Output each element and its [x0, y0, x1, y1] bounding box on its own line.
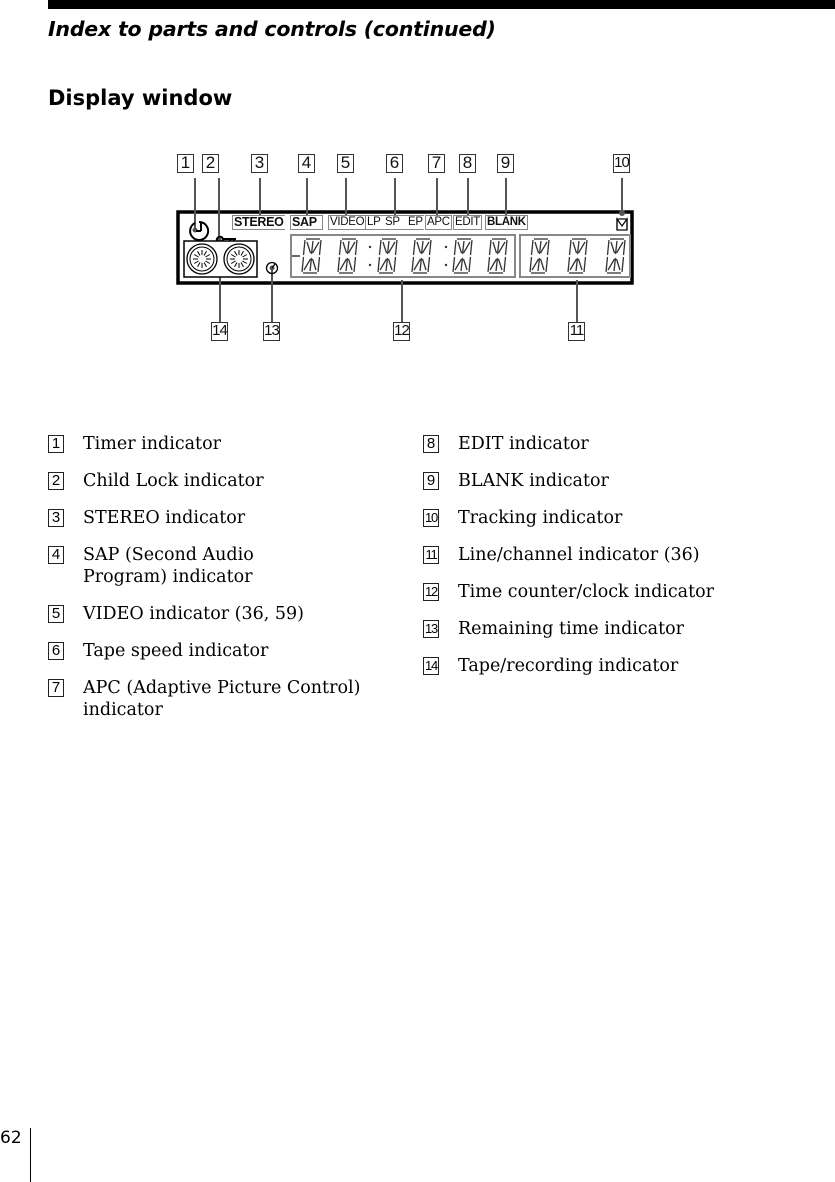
legend-text: Timer indicator — [83, 434, 221, 454]
legend-item: 3 STEREO indicator — [48, 507, 378, 529]
display-window-diagram: 1 2 3 4 5 6 7 8 9 10 14 13 12 11 STEREO … — [150, 140, 670, 360]
callout-10: 10 — [613, 154, 630, 173]
legend-number: 10 — [423, 509, 439, 527]
legend-item: 10 Tracking indicator — [423, 507, 753, 529]
legend-text: Line/channel indicator (36) — [458, 545, 700, 565]
legend-text: APC (Adaptive Picture Control) indicator — [83, 678, 361, 720]
callout-9: 9 — [497, 154, 514, 173]
legend-number: 6 — [48, 642, 64, 660]
legend-text: Time counter/clock indicator — [458, 582, 715, 602]
blank-label: BLANK — [485, 215, 528, 230]
legend-item: 1 Timer indicator — [48, 433, 378, 455]
legend-number: 9 — [423, 472, 439, 490]
video-label: VIDEO — [328, 215, 366, 230]
sp-label: SP — [384, 215, 406, 230]
legend-right-column: 8 EDIT indicator 9 BLANK indicator 10 Track… — [423, 433, 753, 692]
legend-number: 5 — [48, 605, 64, 623]
callout-13: 13 — [263, 322, 280, 341]
legend-text: Tape/recording indicator — [458, 656, 679, 676]
apc-label: APC — [425, 215, 452, 230]
legend-text: Child Lock indicator — [83, 471, 264, 491]
running-head: Index to parts and controls (continued) — [48, 17, 496, 41]
legend-text: STEREO indicator — [83, 508, 246, 528]
legend-item: 6 Tape speed indicator — [48, 640, 378, 662]
callout-2: 2 — [202, 154, 219, 173]
callout-11: 11 — [568, 322, 585, 341]
legend-text: VIDEO indicator (36, 59) — [83, 604, 304, 624]
legend-number: 12 — [423, 583, 439, 601]
stereo-label: STEREO — [232, 215, 285, 230]
legend-number: 4 — [48, 546, 64, 564]
legend-number: 11 — [423, 546, 439, 564]
callout-5: 5 — [337, 154, 354, 173]
page-number-rule — [30, 1128, 31, 1182]
legend-item: 12 Time counter/clock indicator — [423, 581, 753, 603]
legend-item: 4 SAP (Second Audio Program) indicator — [48, 544, 338, 588]
callout-3: 3 — [251, 154, 268, 173]
legend-item: 7 APC (Adaptive Picture Control) indicato… — [48, 677, 368, 721]
legend-item: 8 EDIT indicator — [423, 433, 753, 455]
callout-14: 14 — [211, 322, 228, 341]
legend-number: 2 — [48, 472, 64, 490]
header-rule — [48, 0, 835, 9]
edit-label: EDIT — [453, 215, 482, 230]
legend-item: 5 VIDEO indicator (36, 59) — [48, 603, 378, 625]
legend-number: 7 — [48, 679, 64, 697]
callout-12: 12 — [393, 322, 410, 341]
tape-reels-icon — [183, 240, 258, 278]
callout-8: 8 — [459, 154, 476, 173]
ep-label: EP — [406, 215, 424, 230]
legend-item: 14 Tape/recording indicator — [423, 655, 753, 677]
sap-label: SAP — [290, 215, 323, 230]
legend-number: 3 — [48, 509, 64, 527]
legend-number: 8 — [423, 435, 439, 453]
lp-label: LP — [365, 215, 386, 230]
legend-text: BLANK indicator — [458, 471, 609, 491]
callout-4: 4 — [298, 154, 315, 173]
section-title: Display window — [48, 86, 233, 110]
legend-number: 1 — [48, 435, 64, 453]
legend-left-column: 1 Timer indicator 2 Child Lock indicator 3… — [48, 433, 378, 736]
legend-item: 2 Child Lock indicator — [48, 470, 378, 492]
legend-item: 13 Remaining time indicator — [423, 618, 753, 640]
legend-item: 11 Line/channel indicator (36) — [423, 544, 753, 566]
legend-text: Remaining time indicator — [458, 619, 685, 639]
diagram-graphics — [176, 178, 634, 322]
legend-text: EDIT indicator — [458, 434, 589, 454]
callout-7: 7 — [428, 154, 445, 173]
legend-text: Tape speed indicator — [83, 641, 269, 661]
page-number: 62 — [0, 1128, 22, 1148]
legend-text: Tracking indicator — [458, 508, 623, 528]
callout-6: 6 — [386, 154, 403, 173]
legend-item: 9 BLANK indicator — [423, 470, 753, 492]
legend-number: 14 — [423, 657, 439, 675]
legend-text: SAP (Second Audio Program) indicator — [83, 545, 254, 587]
callout-1: 1 — [177, 154, 194, 173]
legend-number: 13 — [423, 620, 439, 638]
